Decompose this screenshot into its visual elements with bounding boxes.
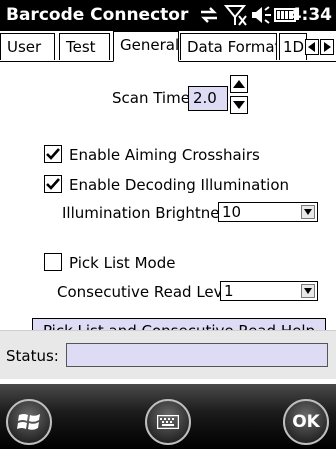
illumination-brightness-value: 10 <box>222 203 242 221</box>
pick-list-label[interactable]: Pick List Mode <box>69 254 175 272</box>
consecutive-read-label: Consecutive Read Level <box>57 283 236 301</box>
title-bar: Barcode Connector 4:34 <box>0 0 336 31</box>
chevron-down-icon[interactable] <box>301 205 315 219</box>
scan-time-label: Scan Time <box>112 89 190 107</box>
enable-decoding-label[interactable]: Enable Decoding Illumination <box>69 176 289 194</box>
ok-button[interactable]: OK <box>283 399 329 445</box>
illumination-brightness-label: Illumination Brightness <box>62 204 236 222</box>
tab-scroll-left-icon[interactable] <box>305 39 319 55</box>
status-field[interactable] <box>66 343 328 367</box>
signal-off-icon[interactable] <box>224 4 248 26</box>
tab-user[interactable]: User <box>0 33 55 60</box>
tab-strip: User Test General Data Format 1D <box>0 31 336 62</box>
keyboard-icon[interactable] <box>145 399 191 445</box>
enable-aiming-checkbox[interactable] <box>44 145 62 163</box>
tab-scroll-right-icon[interactable] <box>320 39 334 55</box>
speaker-icon[interactable] <box>250 4 272 26</box>
consecutive-read-value: 1 <box>224 282 234 300</box>
tab-1d[interactable]: 1D <box>279 33 307 60</box>
windows-logo-icon[interactable] <box>6 399 52 445</box>
scan-time-up-icon[interactable] <box>230 75 248 93</box>
enable-decoding-checkbox[interactable] <box>44 175 62 193</box>
tab-data-format[interactable]: Data Format <box>180 33 277 60</box>
tab-test[interactable]: Test <box>59 33 110 60</box>
scan-time-input[interactable]: 2.0 <box>188 86 228 111</box>
clock[interactable]: 4:34 <box>290 5 332 25</box>
consecutive-read-dropdown[interactable]: 1 <box>220 281 318 301</box>
pick-list-checkbox[interactable] <box>44 253 62 271</box>
connectivity-icon[interactable] <box>198 4 220 26</box>
app-title: Barcode Connector <box>6 5 189 25</box>
bottom-bar: OK <box>0 384 336 449</box>
enable-aiming-label[interactable]: Enable Aiming Crosshairs <box>69 146 260 164</box>
status-label: Status: <box>6 347 59 365</box>
illumination-brightness-dropdown[interactable]: 10 <box>218 202 318 222</box>
scan-time-down-icon[interactable] <box>230 96 248 114</box>
chevron-down-icon[interactable] <box>301 284 315 298</box>
tab-general[interactable]: General <box>113 31 179 62</box>
